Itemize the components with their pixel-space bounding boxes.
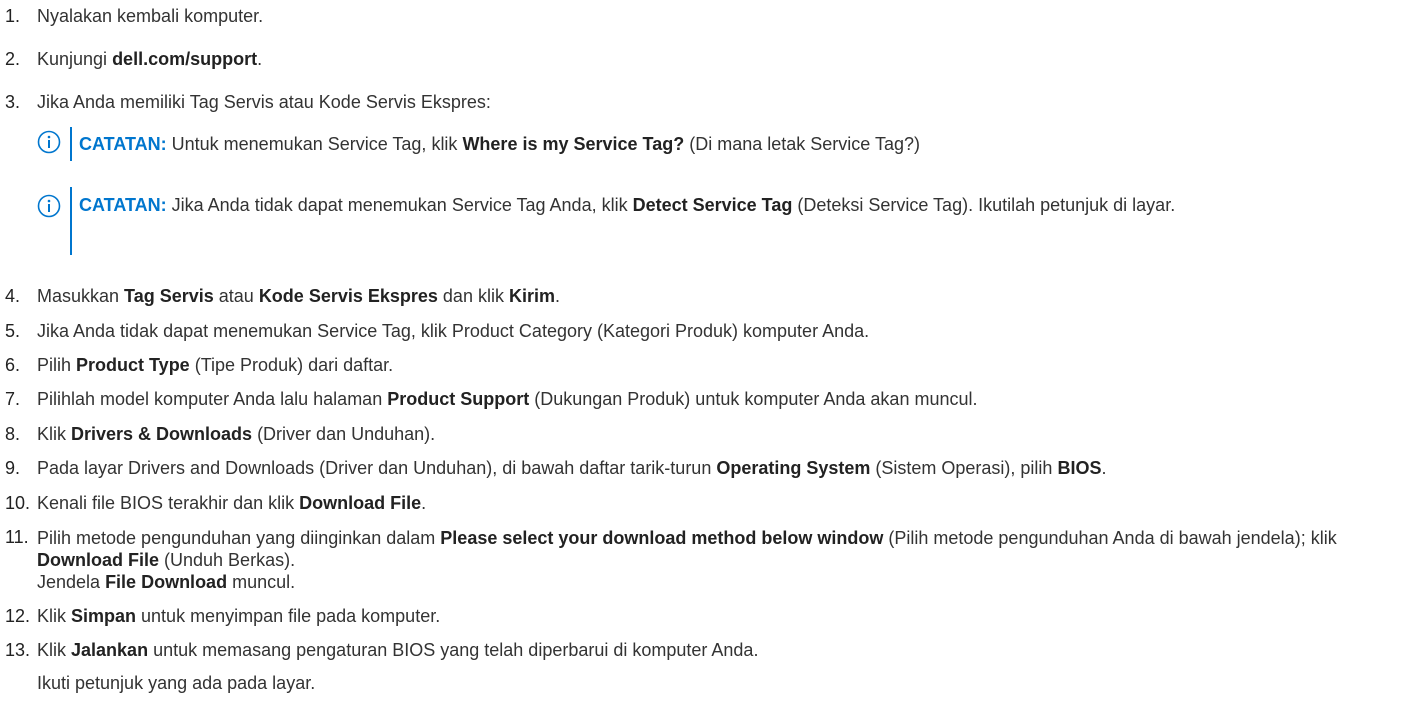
step-number: 4. — [5, 286, 21, 306]
step-number: 11. — [5, 527, 29, 547]
step-subtext: Ikuti petunjuk yang ada pada layar. — [37, 673, 316, 693]
step-text: Pilih Product Type (Tipe Produk) dari da… — [37, 355, 394, 375]
step-text: Jika Anda tidak dapat menemukan Service … — [37, 321, 870, 341]
list-item-13: 13. Klik Jalankan untuk memasang pengatu… — [0, 640, 1410, 710]
step-text: Klik Simpan untuk menyimpan file pada ko… — [37, 606, 441, 626]
step-number: 8. — [5, 424, 21, 444]
note-text: CATATAN: Jika Anda tidak dapat menemukan… — [79, 195, 1176, 215]
note-divider — [70, 127, 72, 161]
step-number: 10. — [5, 493, 31, 513]
note-text: CATATAN: Untuk menemukan Service Tag, kl… — [79, 134, 920, 154]
note-callout: CATATAN: Jika Anda tidak dapat menemukan… — [37, 187, 1337, 255]
step-number: 1. — [5, 6, 21, 26]
step-number: 12. — [5, 606, 31, 626]
note-label: CATATAN: — [79, 195, 167, 215]
step-text: Masukkan Tag Servis atau Kode Servis Eks… — [37, 286, 560, 306]
step-text: Pilihlah model komputer Anda lalu halama… — [37, 389, 978, 409]
info-circle-icon — [37, 194, 61, 218]
step-number: 6. — [5, 355, 21, 375]
list-item-11: 11. Pilih metode pengunduhan yang diingi… — [0, 527, 1410, 593]
info-circle-icon — [37, 130, 61, 154]
step-number: 9. — [5, 458, 21, 478]
step-number: 5. — [5, 321, 21, 341]
step-text: Pada layar Drivers and Downloads (Driver… — [37, 458, 1107, 478]
support-url: dell.com/support — [112, 49, 258, 69]
note-divider — [70, 187, 72, 255]
step-number: 13. — [5, 640, 31, 660]
step-text: Pilih metode pengunduhan yang diinginkan… — [37, 528, 1337, 592]
step-text: Kunjungi dell.com/support. — [37, 49, 263, 69]
step-number: 2. — [5, 49, 21, 69]
note-label: CATATAN: — [79, 134, 167, 154]
step-text: Klik Jalankan untuk memasang pengaturan … — [37, 640, 759, 660]
step-text: Nyalakan kembali komputer. — [37, 6, 264, 26]
step-text: Jika Anda memiliki Tag Servis atau Kode … — [37, 92, 491, 112]
step-number: 3. — [5, 92, 21, 112]
step-text: Klik Drivers & Downloads (Driver dan Und… — [37, 424, 436, 444]
step-text: Kenali file BIOS terakhir dan klik Downl… — [37, 493, 427, 513]
note-callout: CATATAN: Untuk menemukan Service Tag, kl… — [37, 127, 1337, 161]
step-number: 7. — [5, 389, 21, 409]
